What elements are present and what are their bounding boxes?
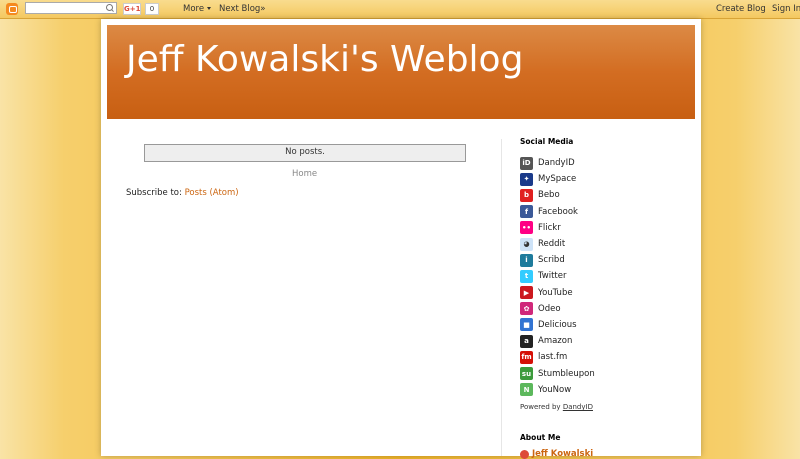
home-link[interactable]: Home — [292, 169, 317, 179]
social-link-facebook[interactable]: f Facebook — [520, 204, 595, 220]
amazon-icon: a — [520, 334, 533, 348]
google-plus-icon — [520, 449, 529, 459]
powered-by: Powered by DandyID — [520, 403, 593, 411]
chevron-down-icon — [207, 7, 212, 10]
social-link-stumbleupon[interactable]: su Stumbleupon — [520, 365, 595, 381]
about-profile-link[interactable]: Jeff Kowalski — [520, 449, 593, 459]
social-link-delicious[interactable]: ■ Delicious — [520, 317, 595, 333]
social-link-label: Flickr — [538, 222, 561, 233]
social-link-label: Bebo — [538, 190, 560, 201]
reddit-icon: ◕ — [520, 237, 533, 251]
social-link-reddit[interactable]: ◕ Reddit — [520, 236, 595, 252]
create-blog-link[interactable]: Create Blog — [716, 4, 766, 14]
social-link-label: last.fm — [538, 352, 568, 363]
odeo-icon: ✿ — [520, 302, 533, 316]
google-plus-one-button[interactable]: G+1 — [123, 3, 141, 15]
social-link-label: MySpace — [538, 174, 577, 185]
subscribe-line: Subscribe to: Posts (Atom) — [126, 188, 239, 198]
social-link-label: Odeo — [538, 303, 561, 314]
social-link-scribd[interactable]: i Scribd — [520, 252, 595, 268]
social-link-label: Stumbleupon — [538, 368, 595, 379]
social-link-youtube[interactable]: ▶ YouTube — [520, 285, 595, 301]
next-blog-link[interactable]: Next Blog» — [219, 4, 266, 14]
social-link-dandyid[interactable]: iD DandyID — [520, 155, 595, 171]
posts-atom-link[interactable]: Posts (Atom) — [185, 188, 239, 198]
about-me-heading: About Me — [520, 433, 561, 442]
scribd-icon: i — [520, 253, 533, 267]
social-link-younow[interactable]: N YouNow — [520, 382, 595, 398]
social-link-flickr[interactable]: •• Flickr — [520, 220, 595, 236]
social-link-label: Twitter — [538, 271, 567, 282]
social-media-list: iD DandyID ✦ MySpace b Bebo f Facebook •• Flickr ◕… — [520, 155, 595, 398]
social-link-label: YouTube — [538, 287, 573, 298]
social-link-label: Delicious — [538, 319, 577, 330]
social-link-label: Reddit — [538, 239, 566, 250]
social-link-label: Scribd — [538, 255, 565, 266]
blogger-navbar: G+1 0 More Next Blog» Create Blog Sign I… — [0, 0, 800, 19]
social-link-last-fm[interactable]: fm last.fm — [520, 349, 595, 365]
facebook-icon: f — [520, 205, 533, 219]
column-divider — [501, 139, 502, 456]
lastfm-icon: fm — [520, 350, 533, 364]
social-media-heading: Social Media — [520, 137, 574, 146]
search-input[interactable] — [25, 2, 117, 14]
about-name: Jeff Kowalski — [532, 449, 594, 459]
social-link-twitter[interactable]: t Twitter — [520, 268, 595, 284]
more-menu[interactable]: More — [183, 4, 212, 14]
blog-header: Jeff Kowalski's Weblog — [107, 25, 695, 119]
blogger-logo-icon[interactable] — [6, 3, 18, 15]
social-link-odeo[interactable]: ✿ Odeo — [520, 301, 595, 317]
blog-container: Jeff Kowalski's Weblog No posts. Home Su… — [101, 19, 701, 459]
more-label: More — [183, 4, 205, 14]
social-link-label: Facebook — [538, 206, 578, 217]
social-link-bebo[interactable]: b Bebo — [520, 187, 595, 203]
myspace-icon: ✦ — [520, 172, 533, 186]
twitter-icon: t — [520, 269, 533, 283]
search-icon[interactable] — [106, 4, 113, 11]
bebo-icon: b — [520, 188, 533, 202]
dandyid-icon: iD — [520, 156, 533, 170]
social-link-myspace[interactable]: ✦ MySpace — [520, 171, 595, 187]
blog-title[interactable]: Jeff Kowalski's Weblog — [126, 39, 523, 80]
dandyid-link[interactable]: DandyID — [563, 403, 593, 411]
no-posts-message: No posts. — [144, 144, 466, 162]
social-link-amazon[interactable]: a Amazon — [520, 333, 595, 349]
flickr-icon: •• — [520, 221, 533, 235]
subscribe-label: Subscribe to: — [126, 188, 182, 198]
social-link-label: YouNow — [538, 384, 572, 395]
plus-one-count: 0 — [145, 3, 159, 15]
social-link-label: DandyID — [538, 158, 575, 169]
delicious-icon: ■ — [520, 318, 533, 332]
powered-by-label: Powered by — [520, 403, 561, 411]
social-link-label: Amazon — [538, 336, 573, 347]
sign-in-link[interactable]: Sign In — [772, 4, 800, 14]
youtube-icon: ▶ — [520, 286, 533, 300]
stumbleupon-icon: su — [520, 367, 533, 381]
younow-icon: N — [520, 383, 533, 397]
